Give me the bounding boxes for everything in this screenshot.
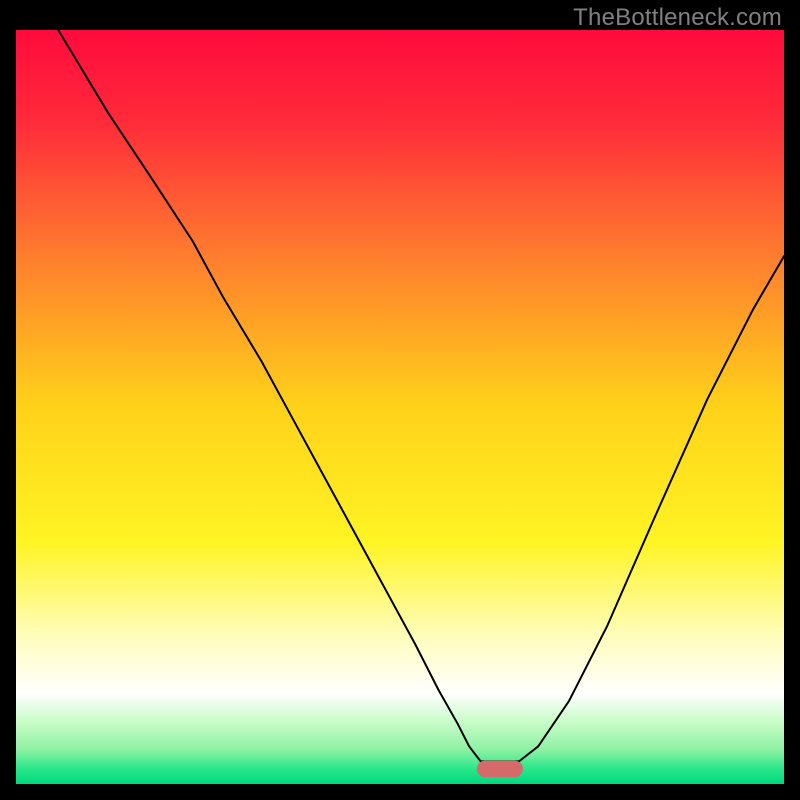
- bottleneck-chart: [16, 30, 784, 784]
- watermark-text: TheBottleneck.com: [573, 4, 782, 32]
- chart-frame: TheBottleneck.com: [0, 0, 800, 800]
- plot-background: [16, 30, 784, 784]
- optimum-marker: [477, 761, 523, 778]
